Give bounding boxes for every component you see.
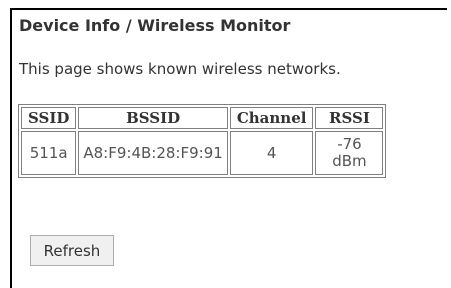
- refresh-button[interactable]: Refresh: [30, 235, 114, 266]
- page-title: Device Info / Wireless Monitor: [19, 16, 291, 35]
- ssid-cell: 511a: [21, 131, 77, 175]
- column-header-rssi: RSSI: [315, 107, 384, 129]
- column-header-channel: Channel: [229, 107, 314, 129]
- column-header-bssid: BSSID: [78, 107, 228, 129]
- table-header-row: SSID BSSID Channel RSSI: [21, 107, 384, 129]
- page-description: This page shows known wireless networks.: [19, 60, 341, 78]
- rssi-unit: dBm: [332, 152, 367, 170]
- bssid-cell: A8:F9:4B:28:F9:91: [78, 131, 228, 175]
- rssi-value: -76: [337, 135, 362, 153]
- channel-cell: 4: [229, 131, 314, 175]
- table-row: 511a A8:F9:4B:28:F9:91 4 -76 dBm: [21, 131, 384, 175]
- wireless-networks-table: SSID BSSID Channel RSSI 511a A8:F9:4B:28…: [18, 104, 387, 178]
- column-header-ssid: SSID: [21, 107, 77, 129]
- rssi-cell: -76 dBm: [315, 131, 384, 175]
